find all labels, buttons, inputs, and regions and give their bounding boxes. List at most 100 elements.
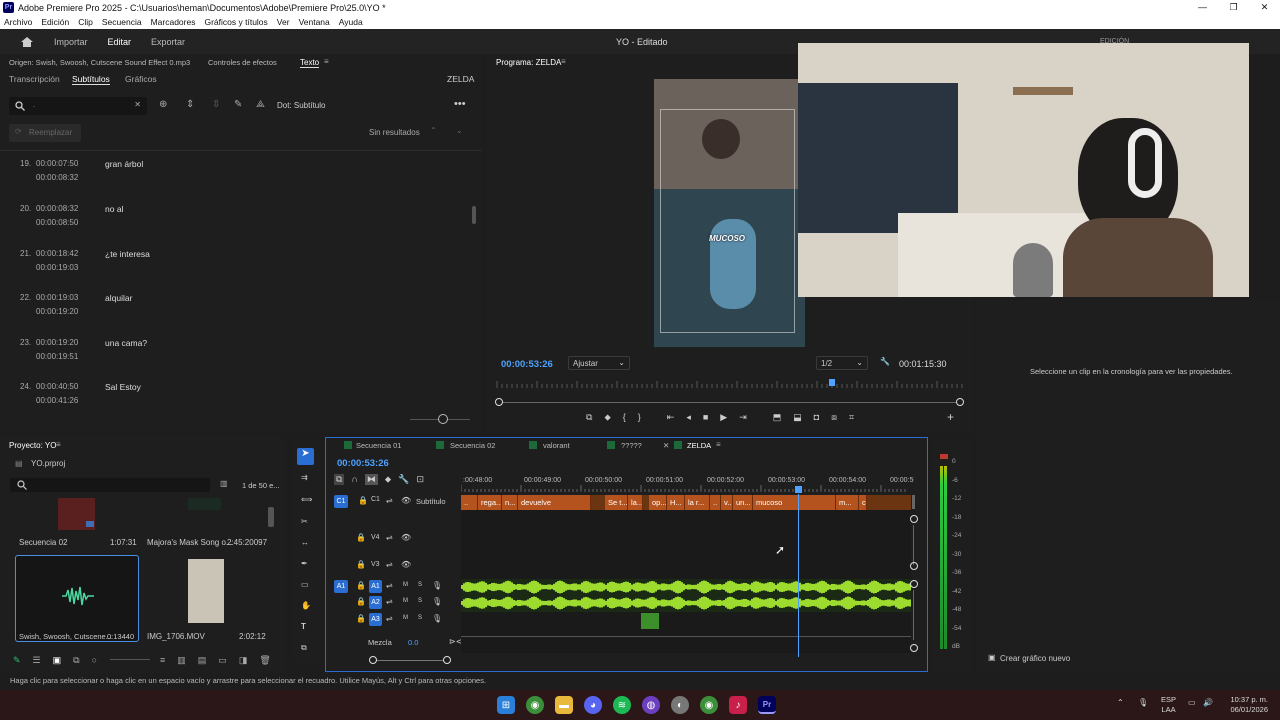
fit-select[interactable]: Ajustar ⌄ [568,356,630,370]
slip-tool-icon[interactable]: ↔ [301,538,309,547]
timeline-tab[interactable]: valorant [543,441,570,450]
new-bin-icon[interactable]: ▥ [220,479,228,488]
caption-end[interactable]: 00:00:41:26 [36,396,78,405]
panel-menu-icon[interactable]: ≡ [716,440,721,449]
mark-out-bracket-icon[interactable]: } [638,412,641,423]
playhead-line[interactable] [798,494,799,657]
play-icon[interactable]: ▶ [720,412,727,423]
audio-track-label[interactable]: A2 [369,596,382,609]
subtab-graficos[interactable]: Gráficos [125,74,157,84]
menu-ver[interactable]: Ver [277,17,290,27]
thumbnail-size-slider[interactable] [110,659,150,660]
caption-tool-icon[interactable]: ⧉ [301,643,307,653]
linked-selection-icon[interactable]: ⧓ [364,474,378,485]
tab-effect-controls[interactable]: Controles de efectos [208,58,277,67]
snap-icon[interactable]: ∩ [351,474,357,485]
minimize-icon[interactable]: — [1187,0,1218,15]
lock-icon[interactable]: 🔒 [358,496,368,505]
new-bin-icon[interactable]: ▭ [218,655,227,666]
track-scroll-handle[interactable] [910,562,918,570]
obs-icon[interactable]: ◍ [642,696,660,714]
camera-icon[interactable]: ◘ [814,412,819,423]
multicam-icon[interactable]: ⌗ [849,412,854,423]
show-hidden-icons-icon[interactable]: ⌃ [1117,698,1124,707]
tiktok-icon[interactable]: ♪ [729,696,747,714]
caption-track-scrollbar[interactable] [912,495,915,509]
video-frame[interactable]: MUCOSO [654,79,805,347]
timeline-tab[interactable]: Secuencia 01 [356,441,401,450]
track-select-tool-icon[interactable]: ⇉ [301,473,308,482]
tab-importar[interactable]: Importar [44,37,98,47]
caption-end[interactable]: 00:00:08:50 [36,218,78,227]
zoom-bar-start-handle[interactable] [495,398,503,406]
caption-clip[interactable]: rega... [478,495,502,510]
caption-clip[interactable]: c [859,495,867,510]
automate-icon[interactable]: ▥ [177,655,186,666]
mark-in-icon[interactable]: ⧉ [586,412,592,423]
program-ruler[interactable] [495,377,965,389]
lift-icon[interactable]: ⬒ [773,412,782,423]
sync-lock-icon[interactable]: ⇌ [386,560,393,569]
caption-clip[interactable]: op... [649,495,667,510]
caption-clip[interactable]: v... [721,495,733,510]
menu-clip[interactable]: Clip [78,17,93,27]
caption-start[interactable]: 00:00:40:50 [36,382,78,391]
caption-clip[interactable]: n... [502,495,518,510]
subtab-subtitulos[interactable]: Subtítulos [72,74,110,85]
comparison-icon[interactable]: ⧈ [831,412,837,423]
zoom-bar[interactable] [499,402,961,403]
menu-marcadores[interactable]: Marcadores [151,17,196,27]
go-to-out-icon[interactable]: ⇥ [739,412,747,423]
voice-over-icon[interactable]: 🎙 [432,614,442,623]
caption-end[interactable]: 00:00:19:51 [36,352,78,361]
horizontal-zoom-bar[interactable] [373,660,449,661]
type-tool-icon[interactable]: T [301,622,306,631]
caption-clip[interactable]: la r... [685,495,710,510]
settings-wrench-icon[interactable]: 🔧 [880,357,890,366]
solo-button[interactable]: S [418,615,422,621]
panel-menu-icon[interactable]: ≡ [561,57,566,66]
caption-start[interactable]: 00:00:08:32 [36,204,78,213]
caption-text[interactable]: alquilar [105,293,132,303]
caption-clip[interactable]: .. [461,495,478,510]
caption-clip[interactable]: m... [836,495,859,510]
lock-icon[interactable]: 🔒 [356,560,366,569]
sync-lock-icon[interactable]: ⇌ [386,496,393,505]
mute-button[interactable]: M [403,615,408,621]
timeline-ruler[interactable]: :00:48:00 00:00:49:00 00:00:50:00 00:00:51:… [461,474,914,494]
go-to-in-icon[interactable]: ⇤ [667,412,675,423]
eye-icon[interactable]: 👁 [401,533,411,542]
lock-icon[interactable]: 🔒 [356,597,366,606]
zoom-bar-end-handle[interactable] [956,398,964,406]
caption-row[interactable]: 20. 00:00:08:32 00:00:08:50 no al [0,204,480,248]
project-title[interactable]: Proyecto: YO [9,441,56,450]
hand-tool-icon[interactable]: ✋ [301,601,311,610]
caption-clip[interactable]: la... [628,495,643,510]
audio-track-label[interactable]: A3 [369,613,382,626]
video-track-label[interactable]: V3 [371,561,380,568]
trash-icon[interactable]: 🗑 [259,655,270,666]
project-scrollbar[interactable] [268,507,274,527]
rectangle-tool-icon[interactable]: ▭ [301,580,309,589]
audio-track-label[interactable]: A1 [369,580,382,593]
audio-clip-a3[interactable] [641,613,659,629]
add-button-icon[interactable]: + [947,410,954,424]
voice-over-icon[interactable]: 🎙 [432,597,442,606]
zoom-circle-icon[interactable]: ○ [92,655,97,666]
caption-row[interactable]: 23. 00:00:19:20 00:00:19:51 una cama? [0,338,480,382]
discord-icon[interactable]: ◕ [584,696,602,714]
caption-text[interactable]: gran árbol [105,159,143,169]
timeline-settings-icon[interactable]: 🔧 [398,474,409,485]
caption-clip[interactable]: mucoso [753,495,836,510]
program-timecode[interactable]: 00:00:53:26 [501,359,553,370]
project-item-name[interactable]: Secuencia 02 [19,538,67,547]
caption-clip[interactable]: H... [667,495,685,510]
timeline-tab-active[interactable]: ZELDA [687,441,711,450]
maximize-icon[interactable]: ❐ [1218,0,1249,15]
project-item-name[interactable]: Majora's Mask Song o... [147,538,233,547]
mute-button[interactable]: M [403,598,408,604]
caption-end[interactable]: 00:00:08:32 [36,173,78,182]
split-caption-icon[interactable]: ⇕ [186,99,194,110]
mark-in-bracket-icon[interactable]: { [623,412,626,423]
captions-icon[interactable]: ⊡ [416,474,424,485]
